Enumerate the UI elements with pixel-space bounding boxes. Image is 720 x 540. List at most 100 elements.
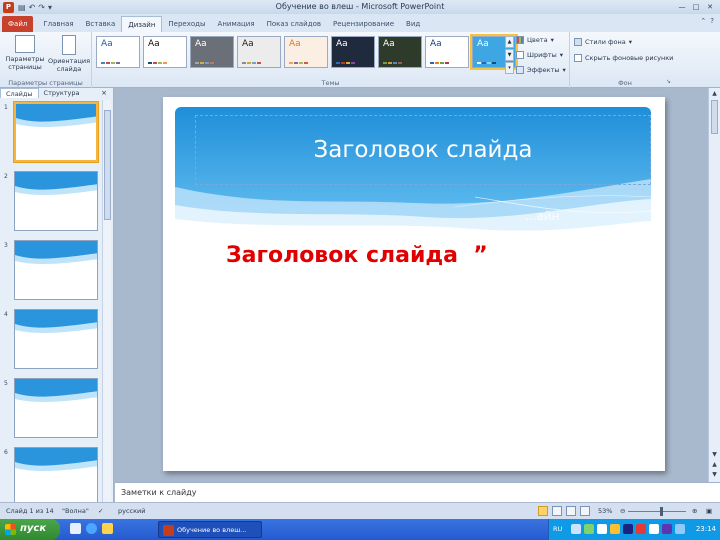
tray-network-icon[interactable]: [571, 524, 581, 534]
slide-thumbnail[interactable]: [14, 240, 98, 300]
language-indicator[interactable]: русский: [118, 507, 146, 515]
theme-thumbnail[interactable]: Aa: [378, 36, 422, 68]
editor-scroll-thumb[interactable]: [711, 100, 718, 134]
scroll-down-icon[interactable]: ▼: [710, 450, 719, 459]
slide-thumbnail-row[interactable]: 6: [0, 447, 104, 509]
color-swatch: [477, 62, 481, 64]
theme-thumbnail[interactable]: Aa: [96, 36, 140, 68]
theme-thumbnail[interactable]: Aa: [331, 36, 375, 68]
zoom-slider-knob[interactable]: [660, 507, 663, 516]
slide-number: 6: [4, 449, 8, 456]
theme-fonts-button[interactable]: Шрифты ▾: [516, 51, 563, 59]
theme-colors-button[interactable]: Цвета ▾: [516, 36, 554, 44]
slide-thumbnail-row[interactable]: 4: [0, 309, 104, 371]
close-icon[interactable]: ✕: [704, 2, 716, 12]
zoom-slider[interactable]: [628, 511, 686, 512]
ribbon-tab[interactable]: Рецензирование: [327, 16, 400, 32]
quick-launch-folder-icon[interactable]: [102, 523, 113, 534]
customize-icon[interactable]: ▾: [48, 3, 52, 12]
ribbon-tab[interactable]: Вставка: [80, 16, 122, 32]
theme-thumbnail[interactable]: Aa: [190, 36, 234, 68]
quick-launch-desktop-icon[interactable]: [70, 523, 81, 534]
close-panel-icon[interactable]: ×: [101, 89, 107, 97]
dialog-launcher-icon[interactable]: ↘: [666, 78, 671, 85]
ribbon-tab[interactable]: Анимация: [212, 16, 261, 32]
help-icon[interactable]: ?: [710, 17, 714, 25]
theme-thumbnail[interactable]: Aa: [425, 36, 469, 68]
undo-icon[interactable]: ↶: [29, 3, 36, 12]
slide-canvas[interactable]: Заголовок слайда ...айн Заголовок слайда…: [163, 97, 665, 471]
tray-clock[interactable]: 23:14: [696, 525, 716, 533]
tray-updates-icon[interactable]: [610, 524, 620, 534]
tray-antivirus-icon[interactable]: [636, 524, 646, 534]
minimize-icon[interactable]: —: [676, 2, 688, 12]
tray-language[interactable]: RU: [553, 525, 562, 533]
zoom-out-icon[interactable]: ⊖: [620, 507, 625, 515]
fit-to-window-icon[interactable]: ▣: [706, 507, 712, 515]
theme-thumbnail[interactable]: Aa: [237, 36, 281, 68]
slides-panel-scrollbar[interactable]: [102, 100, 111, 508]
red-title-text[interactable]: Заголовок слайда ”: [226, 243, 488, 268]
normal-view-icon[interactable]: [538, 506, 548, 516]
zoom-level[interactable]: 53%: [598, 507, 612, 515]
background-styles-button[interactable]: Стили фона ▾: [574, 38, 632, 46]
taskbar-item[interactable]: Обучение во влеш...: [158, 521, 262, 538]
page-setup-button[interactable]: Параметры страницы: [2, 35, 48, 71]
theme-effects-button[interactable]: Эффекты ▾: [516, 66, 566, 74]
save-icon[interactable]: ▤: [18, 3, 26, 12]
maximize-icon[interactable]: □: [690, 2, 702, 12]
tab-file[interactable]: Файл: [2, 16, 34, 32]
tray-media-icon[interactable]: [662, 524, 672, 534]
editor-scrollbar[interactable]: ▲ ▼ ▲ ▼: [708, 88, 720, 482]
scroll-up-icon[interactable]: ▲: [710, 89, 719, 98]
theme-color-swatches: [336, 62, 355, 64]
tray-display-icon[interactable]: [675, 524, 685, 534]
slide-thumbnail[interactable]: [14, 309, 98, 369]
ribbon-tab[interactable]: Показ слайдов: [261, 16, 327, 32]
slide-thumbnail-row[interactable]: 2: [0, 171, 104, 233]
gallery-down-icon[interactable]: ▼: [505, 49, 514, 61]
powerpoint-app-icon[interactable]: P: [3, 1, 14, 13]
tray-security-icon[interactable]: [584, 524, 594, 534]
theme-label: Aa: [383, 39, 395, 49]
previous-slide-icon[interactable]: ▲: [710, 460, 719, 469]
next-slide-icon[interactable]: ▼: [710, 470, 719, 479]
start-button[interactable]: пуск: [0, 519, 60, 540]
slide-thumbnail[interactable]: [14, 171, 98, 231]
color-swatch: [158, 62, 162, 64]
tab-slides[interactable]: Слайды: [0, 88, 39, 98]
scroll-thumb[interactable]: [104, 110, 111, 220]
spellcheck-icon[interactable]: ✓: [98, 507, 103, 515]
theme-thumbnail[interactable]: Aa: [284, 36, 328, 68]
slide-thumbnail-row[interactable]: 3: [0, 240, 104, 302]
hide-background-graphics-checkbox[interactable]: Скрыть фоновые рисунки: [574, 54, 673, 62]
collapse-ribbon-icon[interactable]: ⌃: [700, 17, 706, 25]
slide-thumbnail-row[interactable]: 1: [0, 102, 104, 164]
tab-outline[interactable]: Структура: [39, 88, 85, 98]
slide-thumbnail-row[interactable]: 5: [0, 378, 104, 440]
gallery-more-icon[interactable]: ▾: [505, 62, 514, 74]
theme-label: Aa: [289, 39, 301, 49]
slide-thumbnail[interactable]: [14, 102, 98, 162]
theme-thumbnail[interactable]: Aa: [143, 36, 187, 68]
slide-sorter-icon[interactable]: [552, 506, 562, 516]
reading-view-icon[interactable]: [566, 506, 576, 516]
tray-monitor-icon[interactable]: [623, 524, 633, 534]
tray-app-icon[interactable]: [597, 524, 607, 534]
gallery-up-icon[interactable]: ▲: [505, 36, 514, 48]
ribbon-tab[interactable]: Вид: [400, 16, 426, 32]
slide-thumbnail[interactable]: [14, 378, 98, 438]
ribbon-tab[interactable]: Главная: [37, 16, 79, 32]
slide-thumbnail[interactable]: [14, 447, 98, 507]
slide-orientation-button[interactable]: Ориентация слайда: [46, 35, 92, 73]
theme-label: Aa: [430, 39, 442, 49]
notes-pane[interactable]: Заметки к слайду: [115, 482, 720, 502]
title-placeholder[interactable]: Заголовок слайда: [195, 115, 651, 185]
zoom-in-icon[interactable]: ⊕: [692, 507, 697, 515]
ribbon-tab[interactable]: Дизайн: [121, 16, 163, 32]
tray-volume-icon[interactable]: [649, 524, 659, 534]
redo-icon[interactable]: ↷: [38, 3, 45, 12]
ribbon-tab[interactable]: Переходы: [162, 16, 211, 32]
slideshow-icon[interactable]: [580, 506, 590, 516]
quick-launch-browser-icon[interactable]: [86, 523, 97, 534]
